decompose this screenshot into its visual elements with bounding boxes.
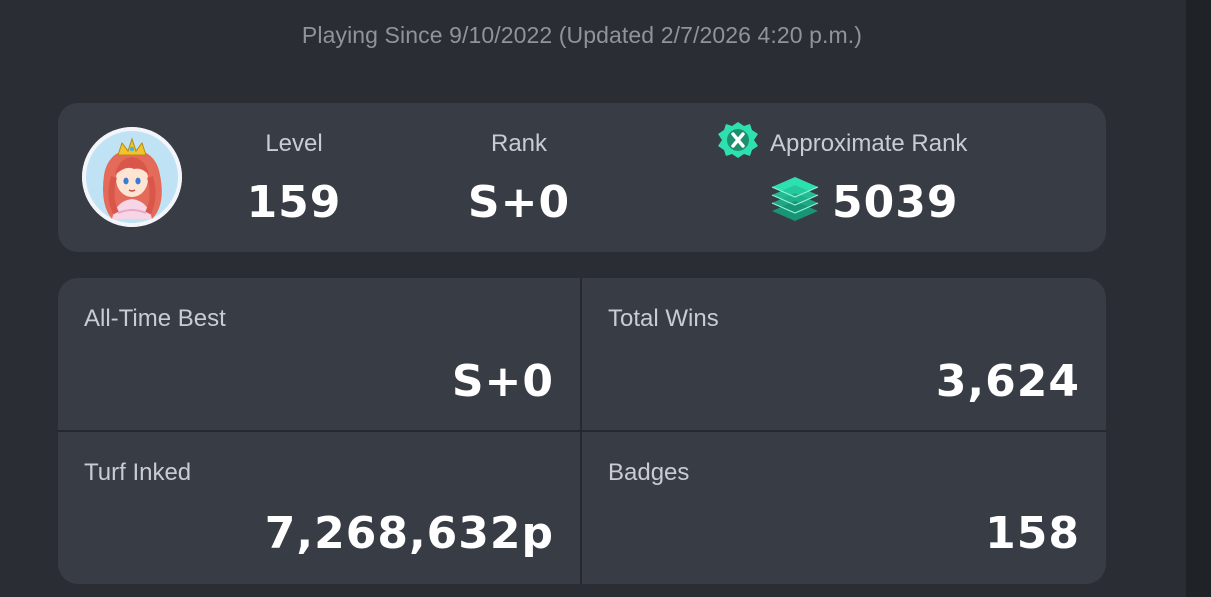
x-battle-icon	[716, 120, 760, 160]
badges-value: 158	[985, 508, 1080, 559]
approximate-rank-label: Approximate Rank	[770, 130, 968, 157]
level-label: Level	[265, 130, 323, 157]
grid-divider-horizontal	[58, 430, 1106, 432]
rank-value: S+0	[467, 177, 571, 228]
playing-since-text: Playing Since 9/10/2022 (Updated 2/7/202…	[301, 22, 863, 48]
turf-inked-value: 7,268,632p	[264, 508, 554, 559]
level-value: 159	[246, 177, 342, 228]
all-time-best-value: S+0	[451, 356, 554, 407]
stacked-layers-icon	[768, 173, 822, 227]
page-edge	[1186, 0, 1211, 597]
approximate-rank-value: 5039	[832, 177, 959, 228]
avatar[interactable]	[82, 127, 182, 227]
all-time-best-label: All-Time Best	[84, 305, 226, 332]
princess-avatar-icon	[82, 127, 182, 227]
stats-grid-card: All-Time Best S+0 Total Wins 3,624 Turf …	[58, 278, 1106, 584]
total-wins-label: Total Wins	[608, 305, 719, 332]
rank-label: Rank	[490, 130, 548, 157]
badges-label: Badges	[608, 459, 690, 486]
total-wins-value: 3,624	[935, 356, 1080, 407]
turf-inked-label: Turf Inked	[84, 459, 192, 486]
